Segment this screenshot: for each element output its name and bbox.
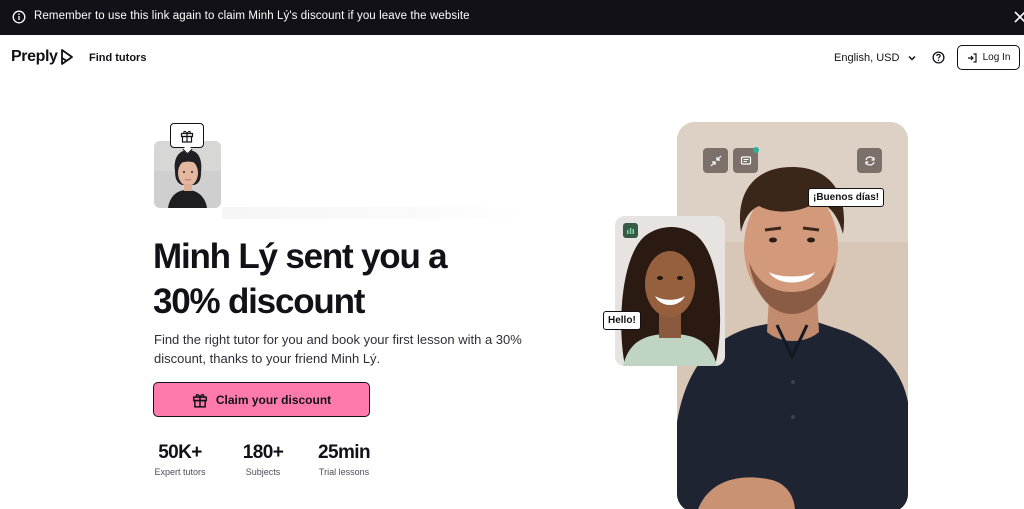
gift-badge <box>170 123 204 148</box>
stat-subjects: 180+ Subjects <box>241 442 285 477</box>
gift-icon <box>192 393 207 408</box>
referral-banner: Remember to use this link again to claim… <box>0 0 1024 35</box>
greeting-bubble-spanish: ¡Buenos días! <box>808 188 885 207</box>
banner-text: Remember to use this link again to claim… <box>34 10 470 22</box>
refresh-icon <box>864 155 875 166</box>
site-header: Preply Find tutors English, USD Log In <box>0 35 1024 81</box>
status-dot <box>753 147 759 153</box>
minimize-arrows-icon <box>710 155 721 166</box>
login-arrow-icon <box>967 52 977 63</box>
chat-icon <box>740 155 751 165</box>
page-title: Minh Lý sent you a 30% discount <box>153 234 583 324</box>
language-currency-label: English, USD <box>834 52 900 64</box>
claim-discount-button[interactable]: Claim your discount <box>153 382 370 417</box>
claim-discount-label: Claim your discount <box>215 392 332 407</box>
stat-expert-tutors: 50K+ Expert tutors <box>153 442 207 477</box>
language-currency-selector[interactable]: English, USD <box>834 52 917 64</box>
logo-text: Preply <box>11 48 58 65</box>
gift-icon <box>180 130 194 143</box>
video-call-thumbnail <box>615 216 725 366</box>
stat-label: Trial lessons <box>318 467 370 477</box>
close-icon[interactable] <box>1012 9 1024 25</box>
login-button[interactable]: Log In <box>957 45 1020 70</box>
info-circle-icon <box>12 10 26 24</box>
audio-bars-icon <box>627 228 634 234</box>
stat-value: 25min <box>318 442 371 463</box>
chevron-down-icon <box>908 55 916 61</box>
stat-value: 180+ <box>242 442 284 463</box>
greeting-bubble-english: Hello! <box>603 311 641 330</box>
nav-find-tutors[interactable]: Find tutors <box>89 52 146 64</box>
audio-indicator <box>623 223 638 238</box>
stat-label: Expert tutors <box>154 467 206 477</box>
student-video-image <box>615 216 725 366</box>
headline-line-1: Minh Lý sent you a <box>153 237 448 276</box>
logo-mark-icon <box>60 49 73 65</box>
stat-value: 50K+ <box>158 442 202 463</box>
stat-label: Subjects <box>245 467 281 477</box>
switch-camera-button[interactable] <box>857 148 882 173</box>
stat-trial-lessons: 25min Trial lessons <box>316 442 372 477</box>
hero-subtitle: Find the right tutor for you and book yo… <box>154 332 522 366</box>
headline-line-2: 30% discount <box>153 282 365 321</box>
minimize-button[interactable] <box>703 148 728 173</box>
preply-logo[interactable]: Preply <box>11 46 74 68</box>
login-label: Log In <box>982 52 1011 63</box>
question-circle-icon[interactable] <box>932 51 945 64</box>
decorative-divider <box>222 207 522 219</box>
